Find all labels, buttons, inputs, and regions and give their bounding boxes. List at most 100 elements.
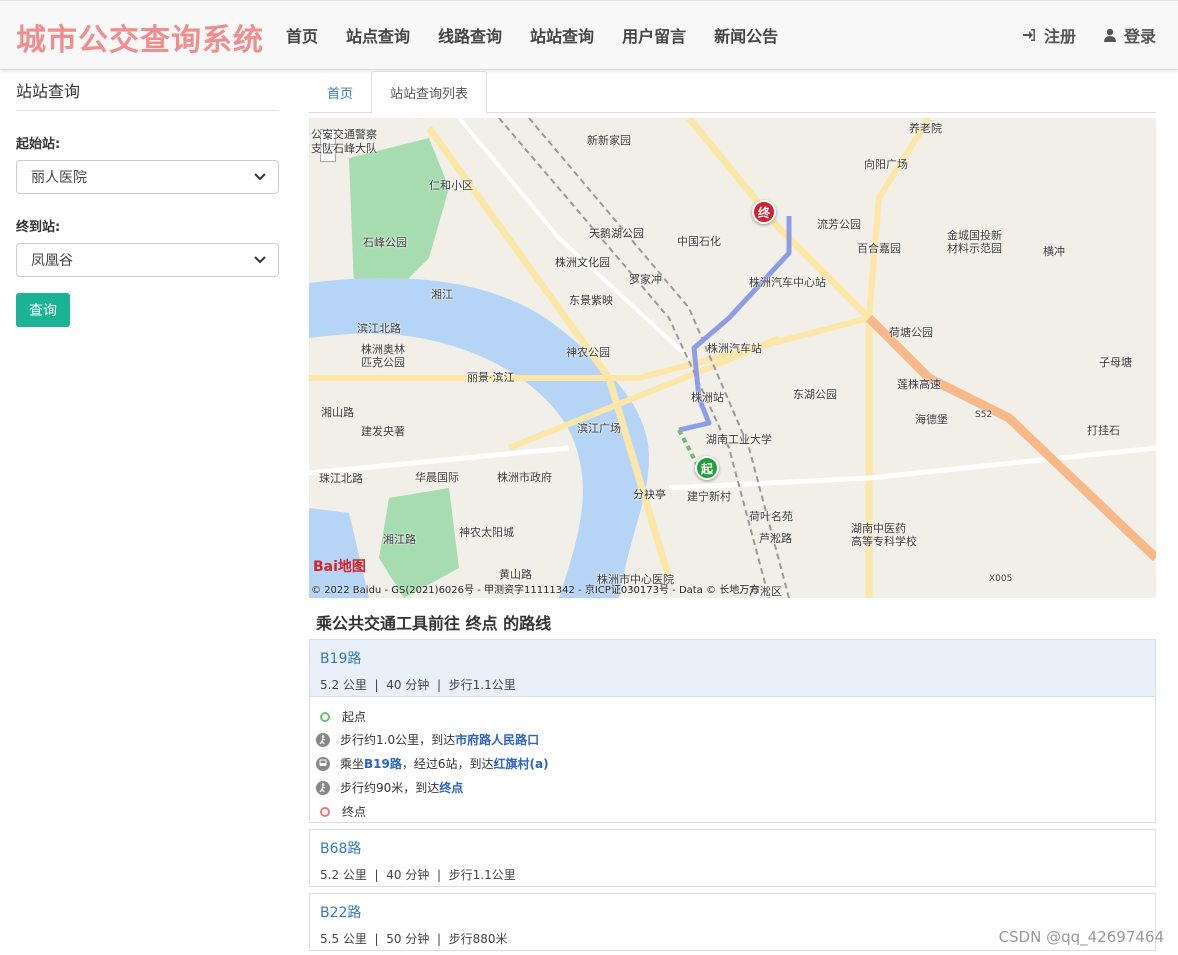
map-label: 芦淞路	[759, 532, 792, 545]
route-name[interactable]: B22路	[320, 902, 1145, 922]
end-marker[interactable]: 终	[752, 200, 776, 224]
nav-line-query[interactable]: 线路查询	[424, 23, 516, 47]
map-label: 子母塘	[1099, 356, 1132, 369]
bus-icon	[316, 756, 330, 771]
map-label: 东景紫映	[569, 294, 613, 307]
map-label: 分袂亭	[633, 488, 666, 501]
map-label: 材料示范园	[947, 242, 1002, 255]
walk-icon	[316, 780, 330, 795]
map-label: 湖南工业大学	[706, 433, 772, 446]
nav-station-to-station[interactable]: 站站查询	[516, 23, 608, 47]
tab-home[interactable]: 首页	[309, 71, 371, 113]
map-label: 天鹅湖公园	[589, 227, 644, 240]
brand-title[interactable]: 城市公交查询系统	[16, 15, 264, 59]
map-label: 新新家园	[587, 134, 631, 147]
start-station-value: 丽人医院	[31, 170, 87, 186]
map-label: S52	[975, 410, 993, 420]
map-label: 华晨国际	[415, 471, 459, 484]
map-label: 荷叶名苑	[749, 510, 793, 523]
map-label: 高等专科学校	[851, 535, 917, 548]
route-name[interactable]: B19路	[320, 648, 1145, 668]
map-label: 流芳公园	[817, 218, 861, 231]
map-label: 湘山路	[321, 406, 354, 419]
query-sidebar: 站站查询 起始站: 丽人医院 终到站: 凤凰谷 查询	[16, 78, 279, 327]
map-label: 丽景·滨江	[467, 371, 515, 384]
step-target-link[interactable]: 市府路人民路口	[455, 731, 539, 748]
sidebar-title: 站站查询	[16, 78, 279, 111]
map-label: 株洲汽车站	[707, 342, 762, 355]
walk-icon	[316, 732, 330, 747]
nav-user-message[interactable]: 用户留言	[608, 23, 700, 47]
bus-line-link[interactable]: B19路	[364, 755, 402, 772]
map-label: 黄山路	[499, 568, 532, 581]
map-copyright: © 2022 Baidu - GS(2021)6026号 - 甲测资字11111…	[311, 585, 760, 596]
user-icon	[1103, 28, 1116, 42]
map-label: 东湖公园	[793, 388, 837, 401]
map-label: 莲株高速	[897, 378, 941, 391]
nav-stop-query[interactable]: 站点查询	[332, 23, 424, 47]
register-label: 注册	[1043, 27, 1076, 46]
map-label: X005	[989, 574, 1013, 584]
map-label: 横冲	[1043, 245, 1065, 258]
routes-heading: 乘公共交通工具前往 终点 的路线	[316, 614, 552, 633]
step-start: 起点	[320, 708, 366, 725]
login-link[interactable]: 登录	[1103, 23, 1156, 47]
route-summary[interactable]: B68路 5.2 公里 | 40 分钟 | 步行1.1公里	[310, 830, 1155, 887]
end-station-value: 凤凰谷	[31, 253, 73, 269]
map-label: 滨江北路	[357, 322, 401, 335]
map-label: 仁和小区	[429, 179, 473, 192]
step-bus: 乘坐 B19路 ，经过6站，到达 红旗村(a)	[316, 755, 549, 772]
map-label: 向阳广场	[864, 158, 908, 171]
end-station-select[interactable]: 凤凰谷	[16, 243, 279, 277]
sign-in-icon	[1022, 29, 1035, 41]
content-tabs: 首页 站站查询列表	[309, 71, 1156, 114]
chevron-down-icon	[254, 173, 266, 181]
map-label: 荷塘公园	[889, 326, 933, 339]
step-end: 终点	[320, 803, 366, 820]
map-label: 株洲站	[691, 391, 724, 404]
chevron-down-icon	[254, 256, 266, 264]
step-walk-2: 步行约90米，到达 终点	[316, 779, 463, 796]
map-label: 湘江路	[383, 533, 416, 546]
top-navbar: 城市公交查询系统 首页 站点查询 线路查询 站站查询 用户留言 新闻公告 注册 …	[0, 0, 1178, 70]
map-label: 湘江	[431, 288, 453, 301]
route-summary[interactable]: B19路 5.2 公里 | 40 分钟 | 步行1.1公里	[310, 640, 1155, 697]
route-card[interactable]: B19路 5.2 公里 | 40 分钟 | 步行1.1公里 起点 步行约1.0公…	[309, 639, 1156, 823]
login-label: 登录	[1123, 27, 1156, 46]
register-link[interactable]: 注册	[1022, 23, 1076, 47]
route-meta: 5.2 公里 | 40 分钟 | 步行1.1公里	[320, 868, 516, 882]
start-marker[interactable]: 起	[695, 456, 719, 480]
nav-news[interactable]: 新闻公告	[700, 23, 792, 47]
start-station-select[interactable]: 丽人医院	[16, 160, 279, 194]
map-label: 打挂石	[1087, 424, 1120, 437]
step-target-link[interactable]: 红旗村(a)	[494, 755, 549, 772]
query-button[interactable]: 查询	[16, 293, 70, 327]
route-meta: 5.2 公里 | 40 分钟 | 步行1.1公里	[320, 678, 516, 692]
start-station-label: 起始站:	[16, 137, 61, 152]
map-label: 建发央著	[361, 425, 405, 438]
map-label: 建宁新村	[687, 490, 731, 503]
start-dot-icon	[320, 711, 330, 722]
tab-station-query-list[interactable]: 站站查询列表	[371, 71, 487, 114]
map-label: 石峰公园	[363, 236, 407, 249]
step-walk-1: 步行约1.0公里，到达 市府路人民路口	[316, 731, 539, 748]
map-label: 中国石化	[677, 235, 721, 248]
step-target-link[interactable]: 终点	[439, 779, 463, 796]
watermark: CSDN @qq_42697464	[998, 928, 1164, 946]
map-label: 神农公园	[566, 346, 610, 359]
map-label: 神农太阳城	[459, 526, 514, 539]
map-label: 养老院	[909, 122, 942, 135]
map-label: 滨江广场	[577, 422, 621, 435]
map-label: 海德堡	[915, 413, 948, 426]
route-card[interactable]: B68路 5.2 公里 | 40 分钟 | 步行1.1公里	[309, 829, 1156, 887]
nav-home[interactable]: 首页	[272, 23, 332, 47]
route-name[interactable]: B68路	[320, 838, 1145, 858]
map-label: 百合嘉园	[857, 242, 901, 255]
map-label: 株洲市政府	[497, 471, 552, 484]
map-label: 罗家冲	[629, 273, 662, 286]
main-nav: 首页 站点查询 线路查询 站站查询 用户留言 新闻公告	[272, 23, 792, 47]
route-map[interactable]: + − 终 起 公安交通警察 支队石峰大队 新新家园 养老院 向阳广场 仁和小区…	[309, 118, 1156, 598]
map-label: 匹克公园	[361, 356, 405, 369]
baidu-logo: Bai地图	[313, 559, 366, 575]
user-nav: 注册 登录	[994, 23, 1156, 47]
